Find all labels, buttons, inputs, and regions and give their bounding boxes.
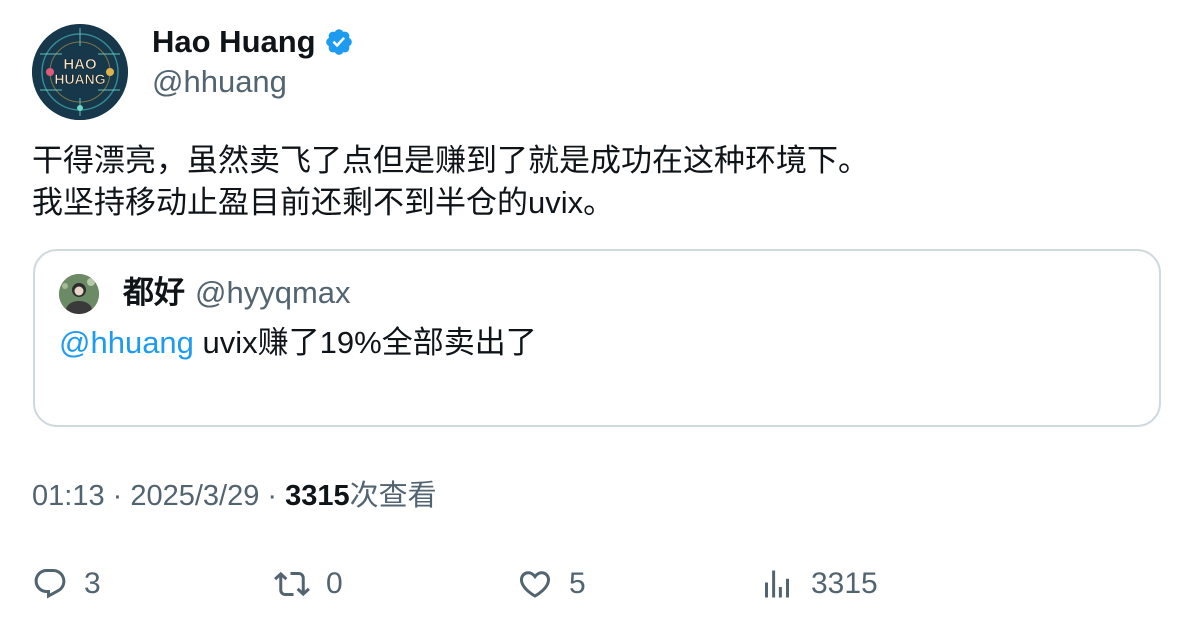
reply-count: 3: [84, 567, 101, 600]
meta-separator: ·: [104, 480, 131, 512]
mention-link[interactable]: @hhuang: [59, 325, 194, 360]
like-count: 5: [569, 567, 586, 600]
retweet-icon: [274, 566, 310, 602]
quoted-tweet-body: uvix赚了19%全部卖出了: [193, 325, 537, 360]
like-button[interactable]: 5: [517, 562, 586, 606]
quoted-author-name[interactable]: 都好: [123, 271, 185, 315]
quoted-author-row: 都好 @hyyqmax: [123, 271, 351, 315]
quoted-avatar-image: [59, 274, 99, 314]
heart-icon: [517, 566, 553, 602]
tweet-text-line1: 干得漂亮，虽然卖飞了点但是赚到了就是成功在这种环境下。: [32, 143, 869, 178]
views-count: 3315: [285, 480, 350, 512]
quoted-tweet-text: @hhuang uvix赚了19%全部卖出了: [59, 321, 537, 365]
views-action-count: 3315: [811, 567, 878, 600]
analytics-icon: [759, 566, 795, 602]
reply-button[interactable]: 3: [32, 562, 101, 606]
author-display-name[interactable]: Hao Huang: [152, 22, 316, 62]
views-label: 次查看: [349, 480, 437, 512]
avatar-text-line2: HUANG: [54, 71, 105, 87]
verified-badge-icon: [324, 27, 354, 57]
tweet-text: 干得漂亮，虽然卖飞了点但是赚到了就是成功在这种环境下。 我坚持移动止盈目前还剩不…: [32, 140, 1162, 224]
quoted-author-avatar[interactable]: [59, 274, 99, 314]
tweet-date[interactable]: 2025/3/29: [130, 480, 259, 512]
views-button[interactable]: 3315: [759, 562, 878, 606]
author-name-row: Hao Huang: [152, 22, 354, 62]
tweet-time[interactable]: 01:13: [32, 480, 105, 512]
tweet-meta: 01:13 · 2025/3/29 · 3315次查看: [32, 474, 437, 518]
avatar-image: HAO HUANG: [32, 24, 128, 120]
meta-separator: ·: [259, 480, 286, 512]
quoted-author-handle[interactable]: @hyyqmax: [195, 271, 351, 315]
retweet-button[interactable]: 0: [274, 562, 343, 606]
tweet-text-line2: 我坚持移动止盈目前还剩不到半仓的uvix。: [32, 185, 615, 220]
action-bar: 3 0 5 3315: [32, 562, 1162, 606]
quoted-tweet-card[interactable]: 都好 @hyyqmax @hhuang uvix赚了19%全部卖出了: [33, 249, 1161, 427]
author-handle[interactable]: @hhuang: [152, 62, 287, 102]
reply-icon: [32, 566, 68, 602]
author-avatar[interactable]: HAO HUANG: [32, 24, 128, 120]
retweet-count: 0: [326, 567, 343, 600]
